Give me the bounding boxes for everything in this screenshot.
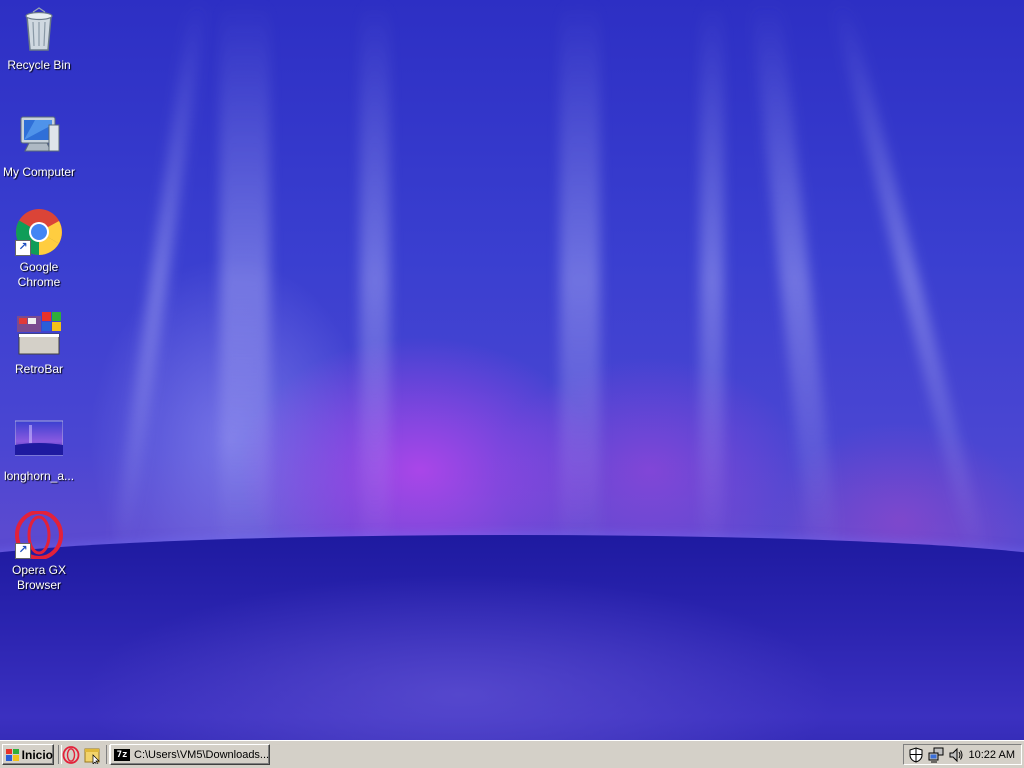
taskbar-window-button[interactable]: 7z C:\Users\VM5\Downloads... [110, 744, 270, 765]
desktop-screen: Recycle Bin My Computer ↗ Google Chrome … [0, 0, 1024, 768]
wallpaper-light-streak [360, 0, 390, 560]
desktop-icon-label: longhorn_a... [3, 469, 75, 483]
wallpaper-light-streak [750, 0, 840, 560]
desktop-icon-opera-gx[interactable]: ↗ Opera GX Browser [0, 510, 78, 593]
network-icon[interactable] [928, 747, 944, 763]
quick-launch-opera-icon[interactable] [62, 746, 80, 764]
opera-gx-icon: ↗ [15, 510, 63, 560]
shortcut-arrow-icon: ↗ [15, 240, 31, 256]
desktop-icon-recycle-bin[interactable]: Recycle Bin [0, 6, 78, 73]
image-file-icon [14, 419, 64, 459]
system-tray: 10:22 AM [903, 744, 1022, 765]
taskbar-window-title: C:\Users\VM5\Downloads... [134, 748, 270, 761]
start-button[interactable]: Inicio [2, 744, 54, 765]
wallpaper-light-streak [700, 0, 724, 560]
volume-icon[interactable] [948, 747, 964, 763]
wallpaper-horizon [0, 535, 1024, 768]
seven-zip-icon: 7z [114, 748, 130, 761]
desktop-icon-label: Recycle Bin [7, 58, 71, 72]
taskbar-clock[interactable]: 10:22 AM [969, 749, 1015, 761]
wallpaper-light-streak [220, 0, 270, 560]
wallpaper-light-streak [830, 0, 990, 560]
windows-logo-icon [6, 748, 19, 761]
desktop-icon-label: RetroBar [14, 362, 64, 376]
desktop-icon-my-computer[interactable]: My Computer [0, 113, 78, 180]
desktop-icon-label: Google Chrome [17, 260, 61, 289]
chrome-icon: ↗ [15, 208, 63, 256]
wallpaper-light-streak [560, 0, 600, 560]
my-computer-icon [15, 113, 63, 161]
desktop-icon-retrobar[interactable]: RetroBar [0, 310, 78, 377]
taskbar: Inicio 7z C:\Users\VM5\Downloads... 10:2… [0, 740, 1024, 768]
start-label: Inicio [21, 747, 53, 762]
security-shield-icon[interactable] [908, 746, 924, 763]
desktop-icon-longhorn-image[interactable]: longhorn_a... [0, 419, 78, 484]
wallpaper-light-streak [110, 0, 208, 560]
shortcut-arrow-icon: ↗ [15, 543, 31, 559]
retrobar-icon [15, 310, 63, 358]
desktop-icon-google-chrome[interactable]: ↗ Google Chrome [0, 208, 78, 290]
quick-launch-explorer-icon[interactable] [84, 746, 102, 766]
desktop-icon-label: Opera GX Browser [11, 563, 67, 592]
desktop-icon-label: My Computer [2, 165, 76, 179]
recycle-bin-icon [15, 6, 63, 54]
